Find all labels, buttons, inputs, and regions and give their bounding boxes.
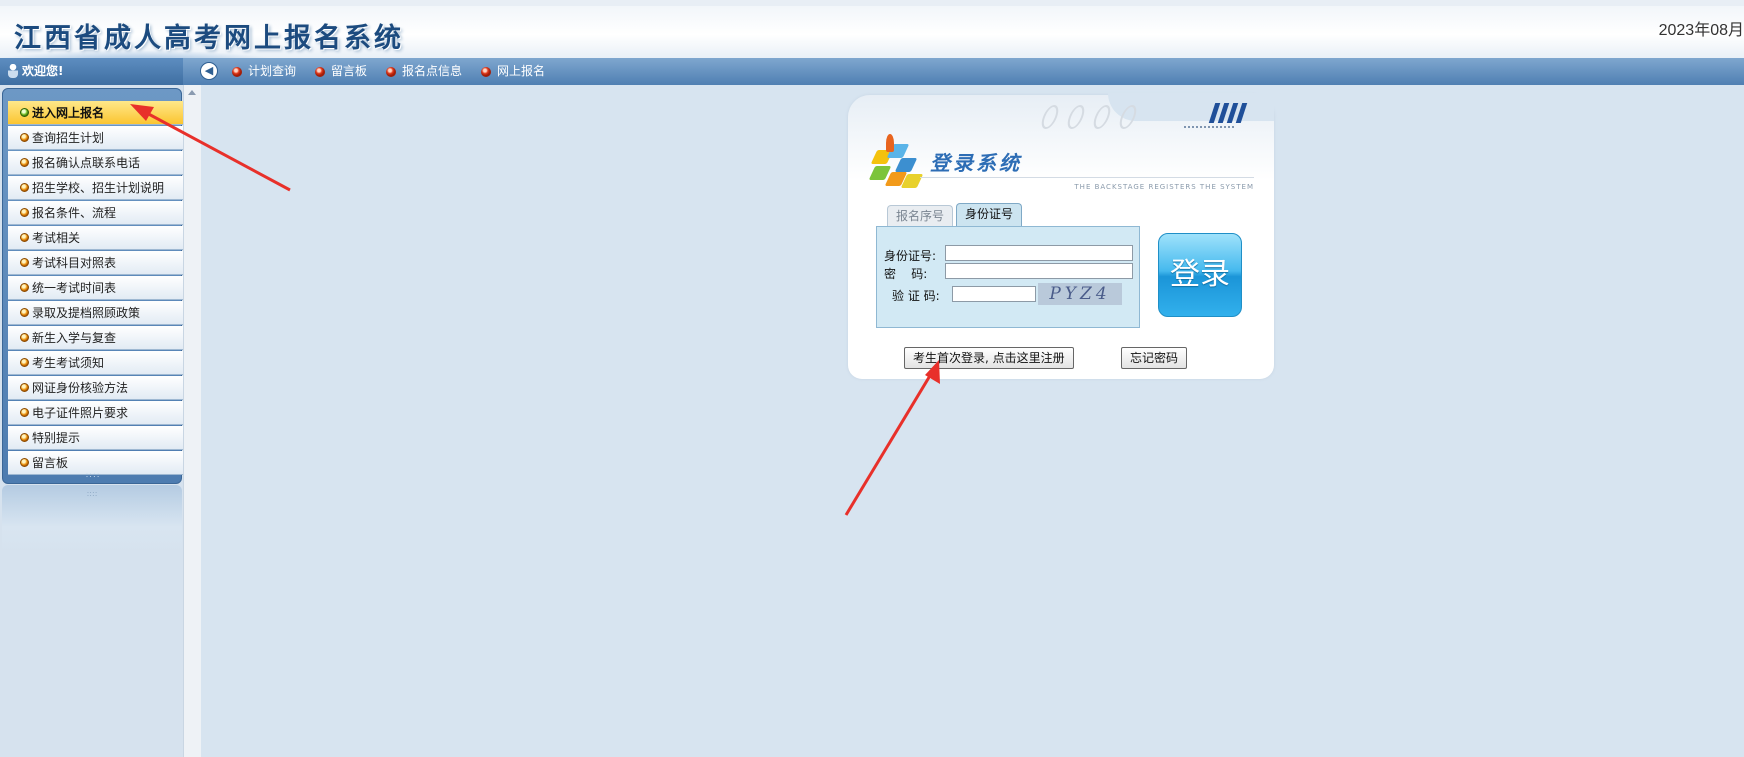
login-subtitle: THE BACKSTAGE REGISTERS THE SYSTEM [1074, 183, 1254, 191]
sidebar-item-exam-notice[interactable]: 考生考试须知 [8, 351, 185, 375]
sidebar-item-query-plan[interactable]: 查询招生计划 [8, 126, 185, 150]
stripes-decoration [1208, 103, 1248, 123]
login-logo-icon [868, 134, 924, 190]
id-number-label: 身份证号: [884, 249, 937, 263]
bullet-icon [20, 208, 29, 217]
login-title: 登录系统 [930, 151, 1022, 175]
sidebar-item-exam-related[interactable]: 考试相关 [8, 226, 185, 250]
sub-panel-grip[interactable]: :::: [2, 485, 182, 498]
sidebar-item-enter-registration[interactable]: 进入网上报名 [8, 101, 185, 125]
tab-registration-number[interactable]: 报名序号 [887, 205, 954, 226]
tab-id-number[interactable]: 身份证号 [956, 203, 1023, 226]
bullet-icon [20, 333, 29, 342]
register-button[interactable]: 考生首次登录, 点击这里注册 [904, 347, 1074, 369]
page-header: 江西省成人高考网上报名系统 2023年08月 [0, 0, 1744, 64]
sidebar-scrollbar[interactable] [183, 85, 201, 757]
bullet-icon [20, 233, 29, 242]
login-panel: 登录系统 THE BACKSTAGE REGISTERS THE SYSTEM … [848, 93, 1274, 379]
bullet-icon [20, 433, 29, 442]
captcha-label: 验 证 码: [892, 289, 940, 303]
sidebar-item-subject-table[interactable]: 考试科目对照表 [8, 251, 185, 275]
bullet-icon [315, 66, 326, 77]
sidebar-item-id-verification[interactable]: 网证身份核验方法 [8, 376, 185, 400]
nav-link-site-info[interactable]: 报名点信息 [386, 58, 462, 85]
bullet-icon [20, 158, 29, 167]
sidebar-item-confirm-phone[interactable]: 报名确认点联系电话 [8, 151, 185, 175]
dotted-decoration [1184, 126, 1234, 128]
top-navbar: 欢迎您! ◀ 计划查询 留言板 报名点信息 网上报名 [0, 58, 1744, 85]
bullet-icon [20, 108, 29, 117]
sidebar-item-admission-policy[interactable]: 录取及提档照顾政策 [8, 301, 185, 325]
bullet-icon [232, 66, 242, 77]
scroll-up-arrow-icon[interactable] [188, 90, 196, 95]
login-divider [920, 177, 1254, 178]
sidebar-item-school-plan-notes[interactable]: 招生学校、招生计划说明 [8, 176, 185, 200]
bullet-icon [20, 383, 29, 392]
sidebar-item-special-notice[interactable]: 特别提示 [8, 426, 185, 450]
welcome-text: 欢迎您! [22, 64, 64, 78]
nav-links: 计划查询 留言板 报名点信息 网上报名 [232, 58, 564, 85]
panel-resize-grip[interactable]: :::: [3, 470, 183, 479]
bullet-icon [20, 458, 29, 467]
sidebar-sub-panel: :::: [2, 485, 182, 555]
sidebar-item-photo-requirements[interactable]: 电子证件照片要求 [8, 401, 185, 425]
bullet-icon [20, 283, 29, 292]
bullet-icon [20, 183, 29, 192]
welcome-bar: 欢迎您! [0, 58, 183, 85]
bullet-icon [481, 66, 492, 77]
nav-link-online-registration[interactable]: 网上报名 [481, 58, 545, 85]
bullet-icon [386, 66, 397, 77]
bullet-icon [20, 133, 29, 142]
sidebar-item-enrollment-review[interactable]: 新生入学与复查 [8, 326, 185, 350]
bullet-icon [20, 308, 29, 317]
nav-link-message-board[interactable]: 留言板 [315, 58, 367, 85]
sidebar-menu-panel: 进入网上报名 查询招生计划 报名确认点联系电话 招生学校、招生计划说明 报名条件… [2, 88, 185, 484]
collapse-sidebar-icon[interactable]: ◀ [200, 62, 218, 80]
password-input[interactable] [945, 263, 1133, 279]
header-date: 2023年08月 [1658, 22, 1744, 39]
login-form: 身份证号: 密 码: 验 证 码: PYZ4 [876, 226, 1140, 328]
sidebar: 进入网上报名 查询招生计划 报名确认点联系电话 招生学校、招生计划说明 报名条件… [0, 85, 185, 757]
login-button[interactable]: 登录 [1158, 233, 1242, 317]
sidebar-item-exam-schedule[interactable]: 统一考试时间表 [8, 276, 185, 300]
nav-link-plan-query[interactable]: 计划查询 [232, 58, 296, 85]
captcha-image[interactable]: PYZ4 [1038, 283, 1122, 305]
bullet-icon [20, 258, 29, 267]
id-number-input[interactable] [945, 245, 1133, 261]
bullet-icon [20, 408, 29, 417]
user-icon [8, 64, 18, 78]
forgot-password-button[interactable]: 忘记密码 [1121, 347, 1188, 369]
sidebar-menu: 进入网上报名 查询招生计划 报名确认点联系电话 招生学校、招生计划说明 报名条件… [8, 101, 185, 476]
sidebar-item-conditions-process[interactable]: 报名条件、流程 [8, 201, 185, 225]
rings-decoration [1038, 105, 1147, 129]
password-label: 密 码: [884, 267, 928, 281]
bullet-icon [20, 358, 29, 367]
captcha-input[interactable] [952, 286, 1036, 302]
arrow-to-register-button [844, 360, 940, 516]
